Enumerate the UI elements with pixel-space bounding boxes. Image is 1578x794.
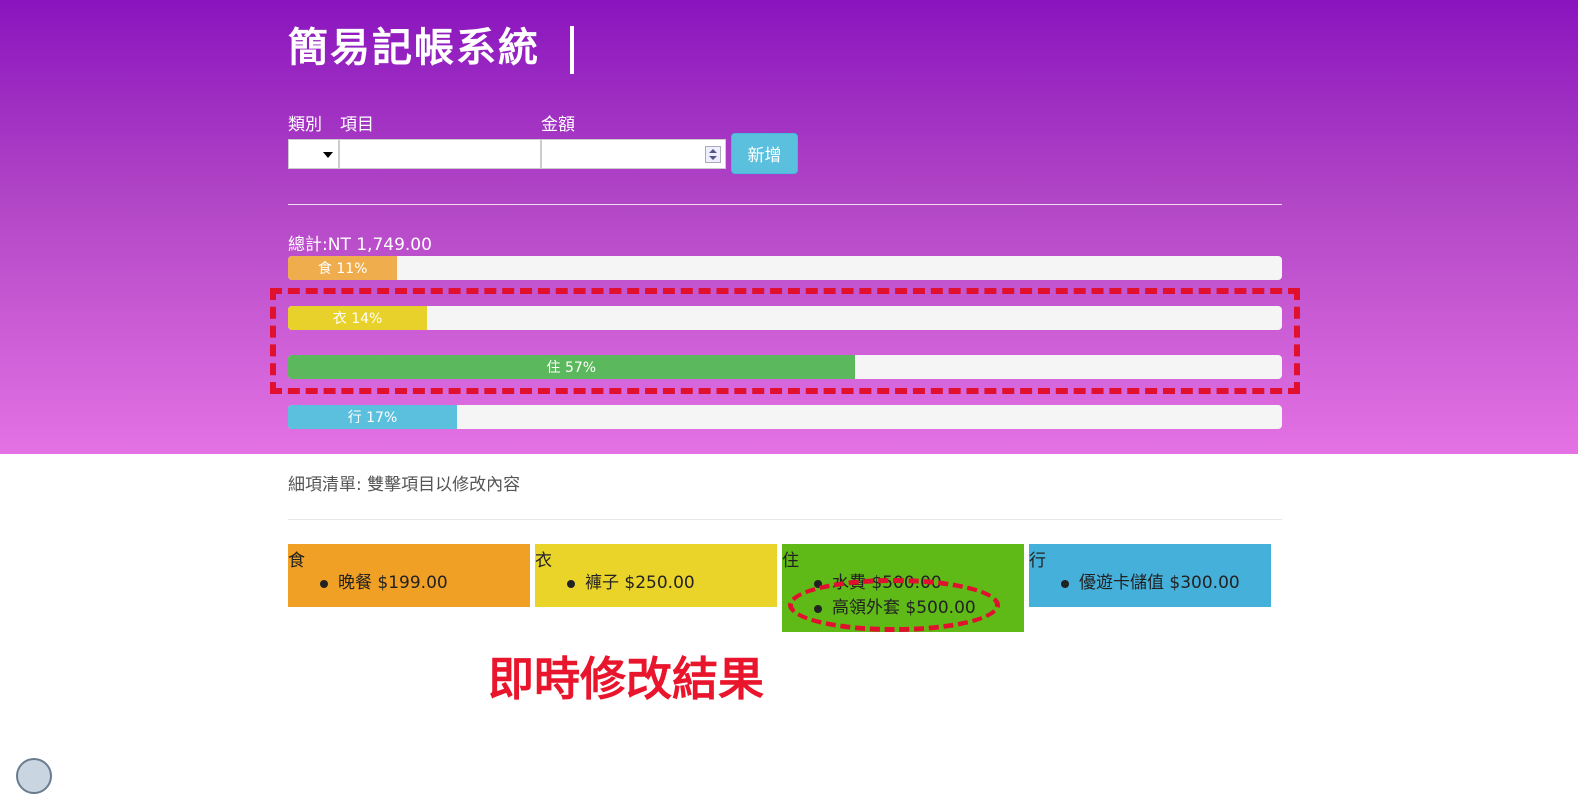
- header-banner: 簡易記帳系統 類別 項目 金額 新增 總計:NT 1,749.00 食 11% …: [0, 0, 1578, 454]
- amount-label: 金額: [541, 115, 575, 135]
- category-name: 行: [1029, 551, 1046, 571]
- progress-fill-transport: 行 17%: [288, 405, 457, 429]
- title-cursor: [570, 26, 574, 74]
- list-item[interactable]: 優遊卡儲值 $300.00: [1029, 571, 1240, 596]
- category-items: 優遊卡儲值 $300.00: [1029, 571, 1240, 596]
- amount-spinner[interactable]: [705, 146, 721, 163]
- category-card-food: 食 晚餐 $199.00: [288, 544, 530, 607]
- list-item[interactable]: 晚餐 $199.00: [288, 571, 448, 596]
- progress-fill-food: 食 11%: [288, 256, 398, 280]
- category-items: 晚餐 $199.00: [288, 571, 448, 596]
- total-amount: 總計:NT 1,749.00: [288, 235, 432, 255]
- item-input[interactable]: [339, 139, 541, 169]
- amount-input[interactable]: [541, 139, 726, 169]
- category-card-clothing: 衣 褲子 $250.00: [535, 544, 777, 607]
- detail-list-title: 細項清單: 雙擊項目以修改內容: [288, 475, 521, 495]
- category-select[interactable]: [288, 139, 339, 169]
- result-annotation: 即時修改結果: [488, 652, 764, 706]
- spin-up-icon[interactable]: [709, 149, 717, 153]
- add-button[interactable]: 新增: [731, 133, 798, 174]
- item-label: 項目: [340, 115, 374, 135]
- category-card-transport: 行 優遊卡儲值 $300.00: [1029, 544, 1271, 607]
- category-items: 褲子 $250.00: [535, 571, 695, 596]
- progress-bar-food: 食 11%: [288, 256, 1282, 280]
- globe-icon[interactable]: [16, 758, 52, 794]
- list-item[interactable]: 褲子 $250.00: [535, 571, 695, 596]
- category-name: 住: [782, 551, 799, 571]
- chevron-down-icon: [323, 152, 333, 158]
- spin-down-icon[interactable]: [709, 156, 717, 160]
- app-title: 簡易記帳系統: [288, 25, 540, 71]
- detail-divider: [288, 519, 1282, 520]
- highlight-ellipse: [788, 578, 1000, 632]
- progress-bar-transport: 行 17%: [288, 405, 1282, 429]
- form-divider: [288, 204, 1282, 205]
- highlight-box: [270, 288, 1300, 394]
- category-name: 食: [288, 551, 305, 571]
- category-name: 衣: [535, 551, 552, 571]
- category-label: 類別: [288, 115, 322, 135]
